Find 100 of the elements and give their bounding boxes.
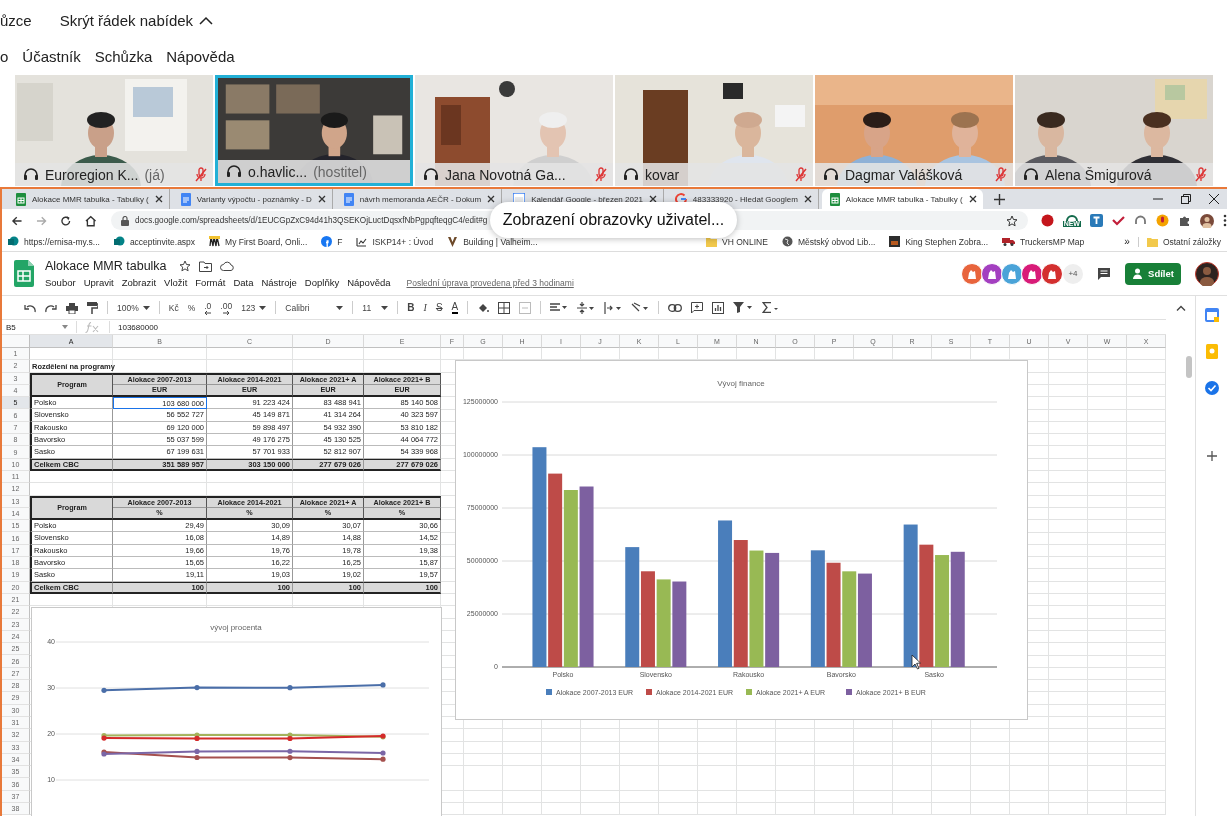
bar[interactable] [810, 550, 825, 667]
browser-tab[interactable]: Varianty výpočtu - poznámky - D [172, 189, 333, 209]
bar[interactable] [950, 551, 965, 667]
strikethrough-button[interactable]: S [435, 302, 443, 313]
profile-avatar[interactable] [1199, 213, 1214, 228]
browser-tab[interactable]: Alokace MMR tabulka - Tabulky ( [8, 189, 170, 209]
restore-icon[interactable] [1181, 194, 1191, 204]
microphone-icon[interactable] [1155, 214, 1169, 227]
bar[interactable] [903, 524, 918, 667]
wrap-icon[interactable] [604, 301, 623, 314]
check-icon[interactable] [1111, 215, 1125, 226]
print-icon[interactable] [66, 301, 78, 314]
more-icon[interactable] [1222, 214, 1227, 227]
menu-item[interactable]: Upravit [83, 277, 114, 288]
bar[interactable] [919, 544, 934, 667]
star-icon[interactable] [1005, 214, 1018, 227]
calendar-icon[interactable] [1204, 308, 1219, 322]
collaborator-avatar[interactable] [961, 262, 983, 285]
font-dropdown[interactable]: Calibri [285, 302, 344, 313]
menu-item[interactable]: Nápověda [166, 47, 235, 65]
close-icon[interactable] [803, 195, 812, 203]
video-tile[interactable]: Euroregion K... (já) [15, 75, 213, 186]
add-comment-icon[interactable] [691, 301, 704, 314]
bar[interactable] [733, 540, 748, 667]
menu-item[interactable]: Zobrazit [121, 277, 157, 288]
rotate-text-icon[interactable] [631, 301, 650, 314]
bar[interactable] [857, 573, 872, 667]
last-edit-link[interactable]: Poslední úprava provedena před 3 hodinami [406, 278, 574, 288]
align-icon[interactable] [550, 302, 569, 313]
hide-menu-button[interactable]: Skrýt řádek nabídek [59, 11, 214, 29]
close-icon[interactable] [968, 195, 977, 203]
scrollbar-thumb[interactable] [1186, 356, 1192, 378]
chart-icon[interactable] [712, 301, 725, 314]
currency-button[interactable]: Kč [168, 302, 179, 313]
menu-item[interactable]: Nápověda [347, 277, 391, 288]
new-tab-icon[interactable] [993, 193, 1005, 205]
video-tile[interactable]: o.havlic... (hostitel) [215, 75, 413, 186]
bar[interactable] [625, 547, 640, 667]
video-tile[interactable]: Alena Šmigurová [1015, 75, 1213, 186]
bar[interactable] [579, 486, 594, 667]
video-tile[interactable]: Dagmar Valášková [815, 75, 1013, 186]
filter-icon[interactable] [733, 302, 754, 313]
menu-item[interactable]: Soubor [45, 277, 76, 288]
puzzle-icon[interactable] [1177, 214, 1191, 227]
more-bookmarks[interactable]: » [1124, 236, 1130, 247]
back-icon[interactable] [11, 214, 23, 227]
sheets-logo[interactable] [14, 260, 34, 287]
comment-icon[interactable] [1097, 266, 1111, 281]
bookmark[interactable]: acceptinvite.aspx [113, 236, 196, 247]
home-icon[interactable] [84, 214, 96, 227]
menu-item[interactable]: Schůzka [94, 47, 153, 65]
caret-icon[interactable] [62, 325, 68, 329]
close-icon[interactable] [154, 195, 163, 203]
bar[interactable] [718, 520, 733, 667]
bookmark[interactable]: VH ONLINE [706, 236, 768, 247]
window-close-icon[interactable] [1209, 194, 1219, 204]
user-avatar[interactable] [1195, 261, 1219, 286]
bookmark[interactable]: https://ernisa-my.s... [8, 236, 100, 247]
cloud-icon[interactable] [219, 261, 234, 271]
italic-button[interactable]: I [423, 302, 427, 313]
menu-item[interactable]: Doplňky [304, 277, 340, 288]
add-icon[interactable] [1206, 451, 1217, 461]
share-button[interactable]: Sdílet [1125, 262, 1181, 285]
bookmark[interactable]: ISKP14+ : Úvod [356, 236, 434, 247]
menu-item[interactable]: Účastník [22, 47, 81, 65]
borders-icon[interactable] [498, 301, 511, 314]
collaborator-avatar[interactable] [1041, 262, 1063, 285]
redo-icon[interactable] [45, 302, 57, 313]
cell-reference[interactable]: B5 [6, 322, 54, 332]
bookmark[interactable]: Building | Valheim... [447, 236, 538, 247]
zoom-dropdown[interactable]: 100% [117, 302, 150, 313]
paint-format-icon[interactable] [87, 301, 98, 314]
percent-button[interactable]: % [187, 302, 196, 313]
bold-button[interactable]: B [407, 302, 415, 313]
menu-item[interactable]: Nástroje [261, 277, 297, 288]
bar[interactable] [548, 473, 563, 667]
browser-tab[interactable]: Alokace MMR tabulka - Tabulky ( [821, 189, 983, 209]
increase-decimals-button[interactable]: .00 [220, 300, 233, 315]
close-icon[interactable] [317, 195, 326, 203]
collapse-icon[interactable] [1176, 304, 1186, 311]
bar[interactable] [765, 552, 780, 667]
signal-icon[interactable] [1064, 214, 1079, 221]
fill-color-icon[interactable] [477, 301, 490, 314]
collaborator-avatar[interactable] [981, 262, 1003, 285]
formula-field[interactable]: 103680000 [118, 322, 159, 332]
link-icon[interactable] [668, 303, 683, 312]
bookmark[interactable]: TruckersMP Map [1002, 236, 1085, 247]
menu-item[interactable]: Data [233, 277, 254, 288]
font-size-dropdown[interactable]: 11 [362, 302, 389, 313]
bar[interactable] [672, 581, 687, 667]
bookmark[interactable]: My First Board, Onli... [209, 236, 308, 247]
more-collaborators[interactable]: +4 [1063, 263, 1083, 284]
format-dropdown[interactable]: 123 [241, 302, 267, 313]
bookmark[interactable]: Městský obvod Lib... [781, 236, 876, 247]
star-icon[interactable] [178, 260, 191, 272]
letter-tile-icon[interactable] [1089, 214, 1103, 227]
headphones-icon[interactable] [1133, 214, 1147, 227]
bookmark[interactable]: F [321, 236, 343, 247]
bar[interactable] [826, 562, 841, 667]
document-title[interactable]: Alokace MMR tabulka [45, 259, 167, 273]
